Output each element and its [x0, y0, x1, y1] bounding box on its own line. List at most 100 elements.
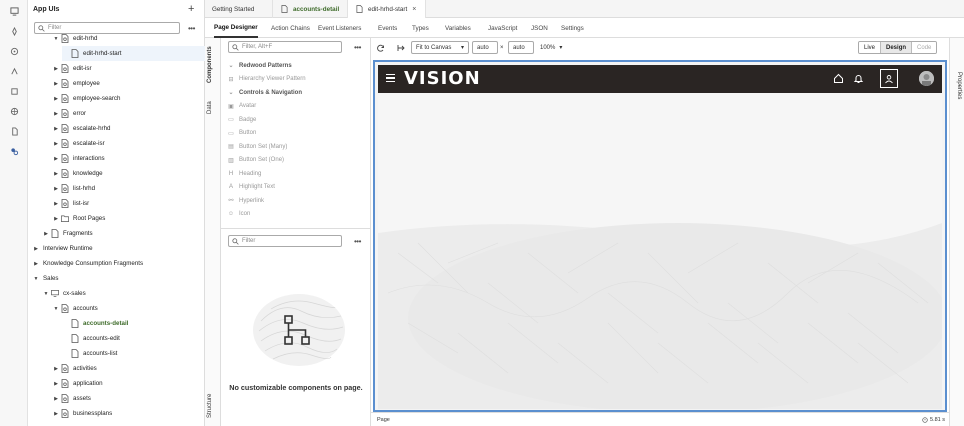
caret-right-icon[interactable]: ▶	[52, 411, 60, 417]
process-icon[interactable]	[9, 26, 19, 36]
git-icon[interactable]	[9, 146, 19, 156]
subtab-variables[interactable]: Variables	[445, 18, 471, 38]
refresh-icon[interactable]	[377, 41, 385, 54]
tree-item[interactable]: edit-hrhd-start	[62, 46, 205, 61]
avatar[interactable]	[919, 71, 934, 86]
caret-right-icon[interactable]: ▶	[52, 396, 60, 402]
tree-item[interactable]: ▶ Root Pages	[52, 211, 205, 226]
caret-down-icon[interactable]: ▼	[52, 306, 60, 312]
code-mode-button[interactable]: Code	[912, 42, 937, 53]
tab-structure[interactable]: Structure	[207, 394, 213, 418]
tree-item[interactable]: ▶ employee	[52, 76, 205, 91]
tree-item[interactable]: ▶ escalate-hrhd	[52, 121, 205, 136]
service-icon[interactable]	[9, 46, 19, 56]
caret-down-icon[interactable]: ▼	[42, 291, 50, 297]
caret-right-icon[interactable]: ▶	[42, 231, 50, 237]
caret-right-icon[interactable]: ▶	[52, 366, 60, 372]
close-icon[interactable]: ×	[412, 6, 416, 13]
caret-right-icon[interactable]: ▶	[52, 216, 60, 222]
caret-right-icon[interactable]: ▶	[52, 186, 60, 192]
tree-item[interactable]: ▶ application	[52, 376, 205, 391]
component-group[interactable]: ⌄ Controls & Navigation	[227, 86, 302, 99]
caret-right-icon[interactable]: ▶	[52, 156, 60, 162]
component-item[interactable]: ⊟ Hierarchy Viewer Pattern	[227, 73, 305, 86]
caret-right-icon[interactable]: ▶	[52, 201, 60, 207]
tab-accounts-detail[interactable]: accounts-detail	[273, 0, 348, 18]
subtab-javascript[interactable]: JavaScript	[488, 18, 517, 38]
more-options-icon[interactable]: •••	[354, 43, 361, 52]
tree-item[interactable]: ▶ businessplans	[52, 406, 205, 421]
tree-item[interactable]: ▶ employee-search	[52, 91, 205, 106]
zoom-select[interactable]: 100% ▾	[540, 41, 562, 54]
add-icon[interactable]: +	[188, 3, 194, 15]
tree-item[interactable]: ▶ Fragments	[42, 226, 205, 241]
canvas-width-input[interactable]: auto	[472, 41, 498, 54]
tree-item[interactable]: ▼ accounts	[52, 301, 205, 316]
tab-edit-hrhd-start[interactable]: edit-hrhd-start ×	[348, 0, 426, 18]
caret-right-icon[interactable]: ▶	[52, 381, 60, 387]
tree-item[interactable]: ▶ escalate-isr	[52, 136, 205, 151]
subtab-types[interactable]: Types	[412, 18, 429, 38]
design-mode-button[interactable]: Design	[881, 42, 913, 53]
caret-right-icon[interactable]: ▶	[52, 66, 60, 72]
layout-icon[interactable]	[9, 66, 19, 76]
more-options-icon[interactable]: •••	[354, 237, 361, 246]
tab-components[interactable]: Components	[207, 46, 213, 83]
tree-item[interactable]: ▶ knowledge	[52, 166, 205, 181]
home-icon[interactable]	[833, 73, 844, 84]
component-item[interactable]: A Highlight Text	[227, 181, 275, 194]
tree-item[interactable]: ▶ error	[52, 106, 205, 121]
tree-item[interactable]: accounts-edit	[62, 331, 205, 346]
fit-to-canvas-select[interactable]: Fit to Canvas ▾	[411, 41, 469, 54]
tab-data[interactable]: Data	[207, 101, 213, 114]
component-item[interactable]: ▭ Badge	[227, 113, 256, 126]
live-mode-button[interactable]: Live	[859, 42, 882, 53]
component-item[interactable]: H Heading	[227, 167, 262, 180]
tab-getting-started[interactable]: Getting Started	[205, 0, 273, 18]
source-icon[interactable]	[9, 126, 19, 136]
tree-item[interactable]: ▼ edit-hrhd	[52, 31, 205, 46]
canvas-height-input[interactable]: auto	[508, 41, 534, 54]
caret-down-icon[interactable]: ▼	[32, 276, 40, 282]
tree-item[interactable]: ▶ interactions	[52, 151, 205, 166]
structure-filter-input[interactable]: Filter	[228, 235, 342, 247]
tree-item[interactable]: ▼ Sales	[32, 271, 205, 286]
caret-right-icon[interactable]: ▶	[52, 111, 60, 117]
component-item[interactable]: ☺ Icon	[227, 208, 250, 221]
caret-right-icon[interactable]: ▶	[52, 81, 60, 87]
bell-icon[interactable]	[853, 73, 864, 84]
components-filter-input[interactable]: Filter, Alt+F	[228, 41, 342, 53]
user-menu-button[interactable]	[880, 69, 898, 88]
caret-right-icon[interactable]: ▶	[32, 261, 40, 267]
app-ui-icon[interactable]	[9, 6, 19, 16]
subtab-event-listeners[interactable]: Event Listeners	[318, 18, 361, 38]
tree-item[interactable]: ▶ list-isr	[52, 196, 205, 211]
globe-icon[interactable]	[9, 106, 19, 116]
caret-down-icon[interactable]: ▼	[52, 36, 60, 42]
tree-item[interactable]: ▶ list-hrhd	[52, 181, 205, 196]
tree-item[interactable]: ▶ edit-isr	[52, 61, 205, 76]
tree-item[interactable]: ▶ Knowledge Consumption Fragments	[32, 256, 205, 271]
tree-item[interactable]: ▼ cx-sales	[42, 286, 205, 301]
tab-properties[interactable]: Properties	[956, 72, 962, 99]
subtab-page-designer[interactable]: Page Designer	[214, 18, 258, 38]
hamburger-menu-icon[interactable]	[386, 74, 395, 83]
tree-item[interactable]: accounts-detail	[62, 316, 205, 331]
caret-right-icon[interactable]: ▶	[52, 96, 60, 102]
component-item[interactable]: ▭ Button	[227, 127, 256, 140]
component-item[interactable]: ▥ Button Set (One)	[227, 154, 284, 167]
tree-item[interactable]: accounts-list	[62, 346, 205, 361]
business-object-icon[interactable]	[9, 86, 19, 96]
design-canvas[interactable]: VISION	[373, 60, 947, 412]
caret-right-icon[interactable]: ▶	[52, 126, 60, 132]
subtab-json[interactable]: JSON	[531, 18, 548, 38]
subtab-action-chains[interactable]: Action Chains	[271, 18, 310, 38]
caret-right-icon[interactable]: ▶	[32, 246, 40, 252]
component-item[interactable]: ▤ Button Set (Many)	[227, 140, 287, 153]
subtab-settings[interactable]: Settings	[561, 18, 584, 38]
tree-item[interactable]: ▶ Interview Runtime	[32, 241, 205, 256]
component-group[interactable]: ⌄ Redwood Patterns	[227, 59, 291, 72]
tree-item[interactable]: ▶ assets	[52, 391, 205, 406]
caret-right-icon[interactable]: ▶	[52, 141, 60, 147]
caret-right-icon[interactable]: ▶	[52, 171, 60, 177]
